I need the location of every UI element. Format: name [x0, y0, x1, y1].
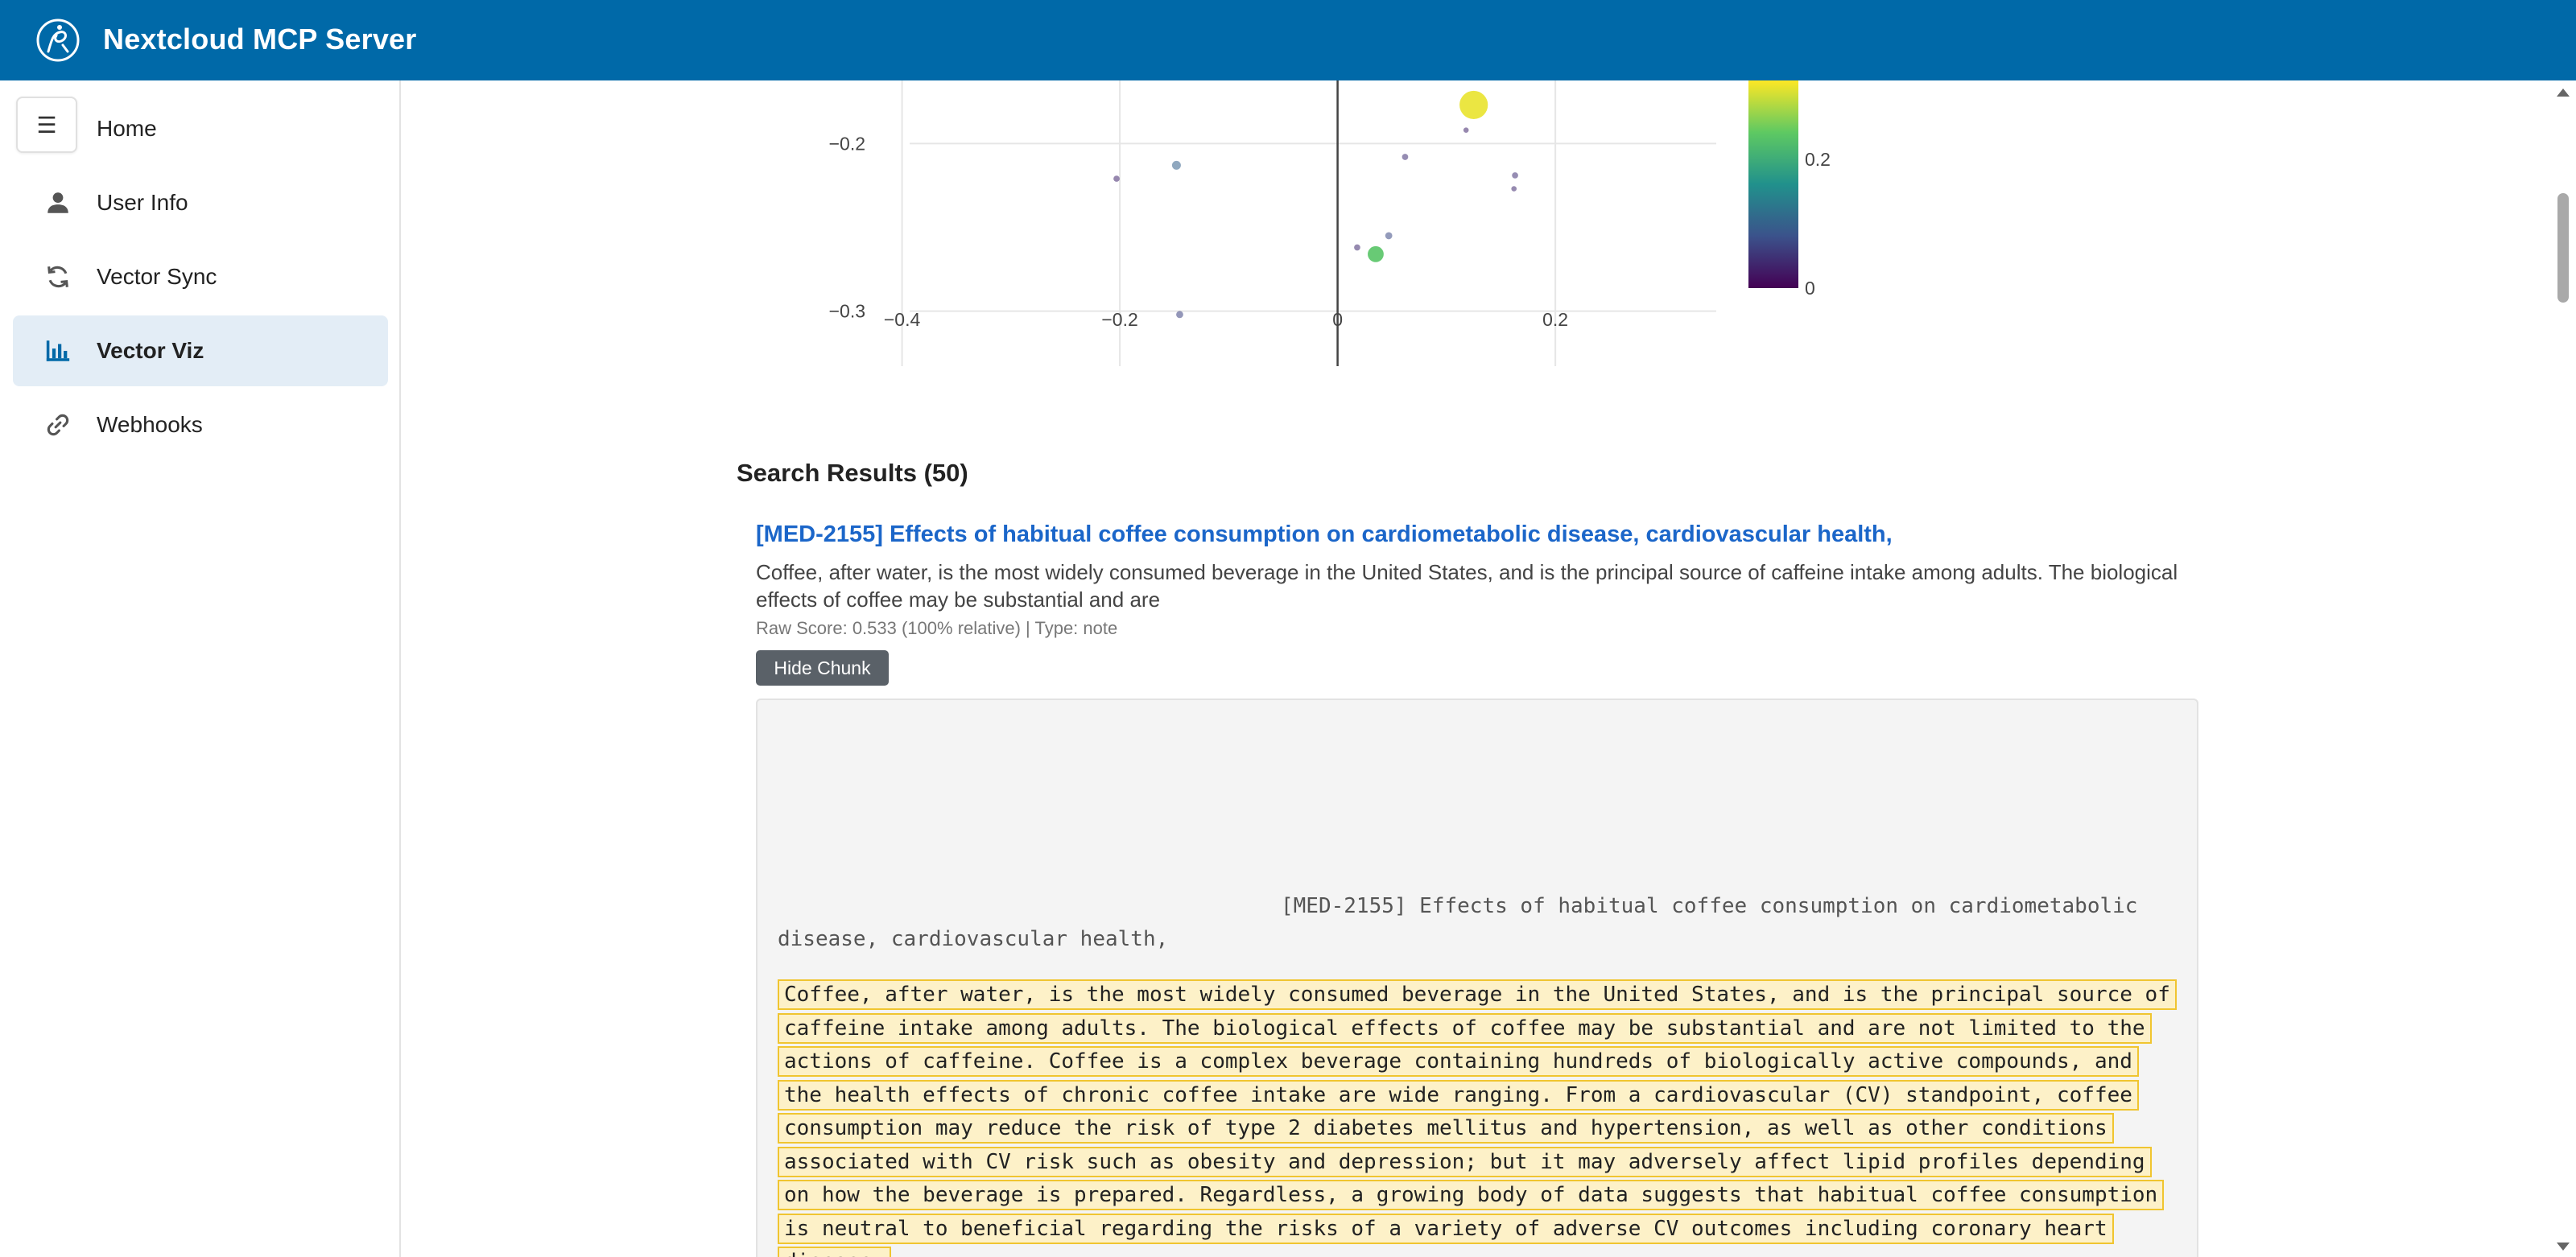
result-title-link[interactable]: [MED-2155] Effects of habitual coffee co…: [756, 521, 1893, 548]
chart-grid: [901, 80, 1716, 366]
colorbar-tick-label: 0: [1805, 278, 1815, 299]
scroll-down-icon[interactable]: [2557, 1243, 2570, 1251]
chart-colorbar: 0.20: [1748, 80, 1831, 299]
chunk-title: [MED-2155] Effects of habitual coffee co…: [778, 894, 2151, 951]
chart-point[interactable]: [1354, 244, 1360, 251]
sidebar-item-label: Home: [97, 116, 157, 141]
chart-point[interactable]: [1511, 186, 1517, 192]
sidebar: ☰ Home User Info Vector Sync Vector Viz …: [0, 80, 401, 1257]
chart-x-tick-label: −0.2: [1101, 309, 1137, 330]
colorbar-gradient: [1748, 80, 1798, 288]
chart-point[interactable]: [1113, 175, 1120, 182]
sidebar-item-label: Webhooks: [97, 412, 203, 437]
chart-point[interactable]: [1459, 90, 1488, 120]
app-header: Nextcloud MCP Server: [0, 0, 2576, 80]
sidebar-item-webhooks[interactable]: Webhooks: [13, 389, 388, 460]
page-scrollbar[interactable]: [2549, 80, 2576, 1257]
scroll-thumb[interactable]: [2557, 193, 2569, 303]
hide-chunk-button[interactable]: Hide Chunk: [756, 650, 889, 686]
person-icon: [42, 187, 74, 219]
sidebar-item-label: Vector Viz: [97, 338, 204, 363]
main-content: −0.4 −0.2 0 0.2 −0.2 −0.3 0.20 Search Results…: [402, 80, 2544, 1257]
bar-chart-icon: [42, 335, 74, 367]
chart-y-tick-label: −0.2: [829, 133, 865, 154]
chart-axes: −0.4−0.200.2−0.2−0.3: [829, 80, 1568, 366]
chunk-highlight: Coffee, after water, is the most widely …: [778, 979, 2177, 1257]
app-title: Nextcloud MCP Server: [103, 23, 417, 56]
sidebar-item-label: User Info: [97, 190, 188, 215]
chart-point[interactable]: [1463, 127, 1469, 133]
chunk-text: Coffee, after water, is the most widely …: [778, 979, 2178, 1257]
result-snippet: Coffee, after water, is the most widely …: [756, 560, 2178, 612]
sidebar-item-label: Vector Sync: [97, 264, 217, 289]
results-heading: Search Results (50): [737, 459, 968, 487]
vector-scatter-chart[interactable]: −0.4 −0.2 0 0.2 −0.2 −0.3 0.20: [402, 80, 2544, 435]
chart-y-tick-label: −0.3: [829, 301, 865, 322]
chart-point[interactable]: [1402, 154, 1409, 160]
colorbar-tick-label: 0.2: [1805, 149, 1831, 170]
chart-point[interactable]: [1171, 160, 1181, 170]
chart-x-tick-label: 0.2: [1542, 309, 1568, 330]
link-icon: [42, 409, 74, 441]
result-meta: Raw Score: 0.533 (100% relative) | Type:…: [756, 618, 1118, 638]
chart-point[interactable]: [1176, 311, 1183, 319]
sidebar-item-home[interactable]: Home: [13, 93, 388, 164]
sidebar-item-user-info[interactable]: User Info: [13, 167, 388, 238]
chunk-viewer: [MED-2155] Effects of habitual coffee co…: [756, 699, 2198, 1257]
sidebar-item-vector-sync[interactable]: Vector Sync: [13, 241, 388, 312]
chart-point[interactable]: [1512, 172, 1518, 179]
app-logo-icon: [36, 19, 80, 62]
chart-points: [1113, 90, 1518, 319]
sidebar-item-vector-viz[interactable]: Vector Viz: [13, 315, 388, 386]
chart-x-tick-label: −0.4: [884, 309, 921, 330]
sync-icon: [42, 261, 74, 293]
chart-point[interactable]: [1385, 232, 1393, 240]
scroll-up-icon[interactable]: [2557, 89, 2570, 97]
chart-point[interactable]: [1368, 245, 1384, 262]
